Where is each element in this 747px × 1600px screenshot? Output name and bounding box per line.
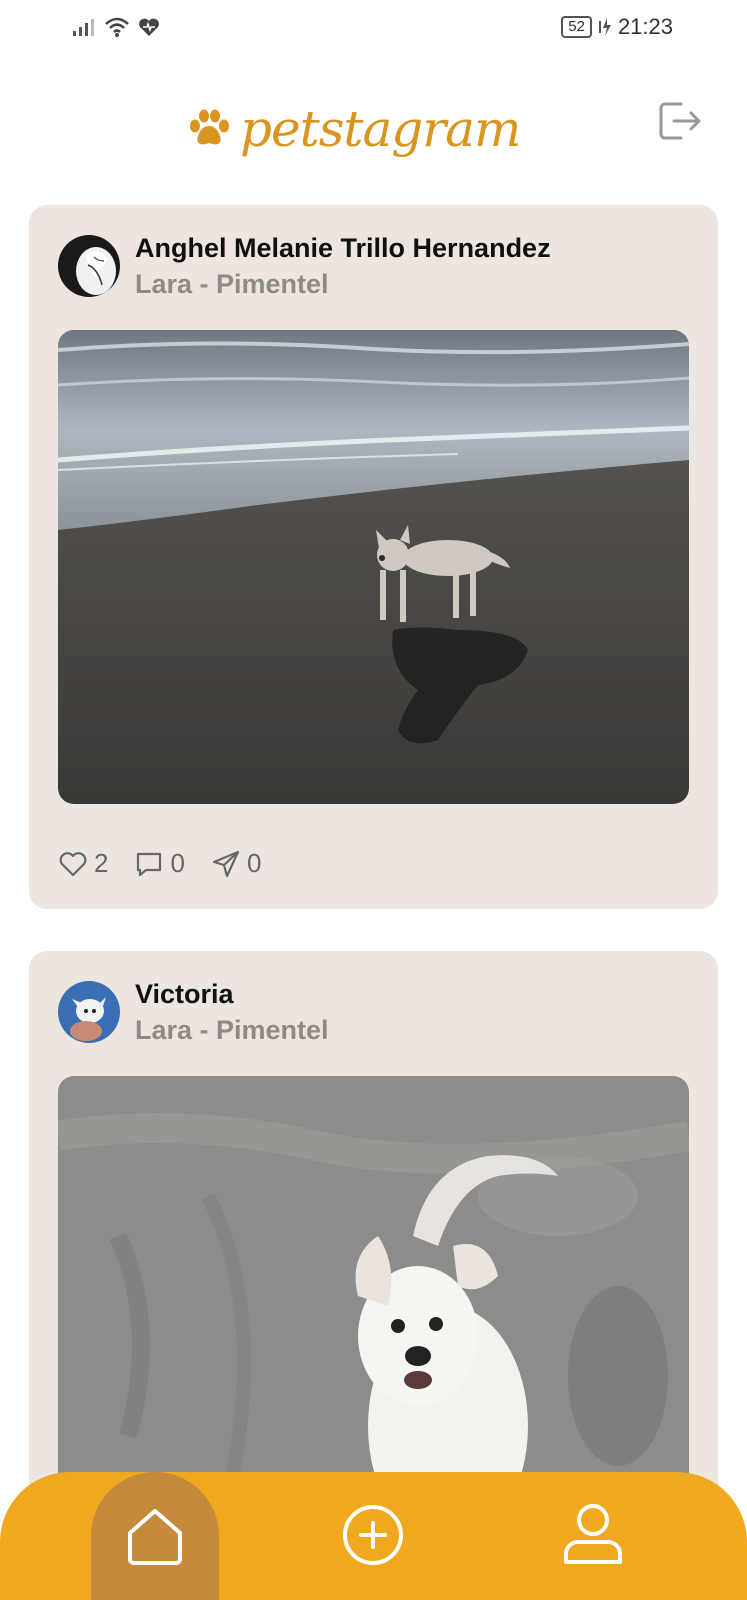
- post-card: Anghel Melanie Trillo Hernandez Lara - P…: [29, 205, 718, 909]
- charging-icon: [598, 18, 611, 36]
- post-author[interactable]: Anghel Melanie Trillo Hernandez: [135, 233, 551, 264]
- share-count: 0: [246, 848, 262, 878]
- home-icon: [128, 1509, 182, 1565]
- user-icon: [564, 1504, 622, 1564]
- nav-home-button[interactable]: [91, 1472, 219, 1600]
- app-logo: petstagram: [186, 100, 521, 158]
- avatar[interactable]: [58, 235, 120, 297]
- comment-count: 0: [170, 848, 185, 878]
- nav-profile-button[interactable]: [560, 1500, 626, 1570]
- signal-icon: [73, 19, 94, 36]
- heart-icon: [59, 851, 87, 876]
- comment-icon: [137, 852, 162, 876]
- comment-button[interactable]: 0: [134, 848, 185, 879]
- status-bar: 52 21:23: [0, 0, 747, 56]
- avatar[interactable]: [58, 981, 120, 1043]
- app-header: petstagram: [0, 86, 747, 176]
- app-name: petstagram: [240, 100, 521, 158]
- logout-icon: [659, 102, 701, 140]
- clock: 21:23: [617, 14, 673, 39]
- post-photo[interactable]: [58, 330, 689, 804]
- nav-add-post-button[interactable]: [340, 1502, 406, 1568]
- bottom-navigation: [0, 1472, 747, 1600]
- share-button[interactable]: 0: [211, 848, 261, 879]
- post-actions: 2 0 0: [58, 848, 287, 879]
- battery-level: 52: [561, 16, 592, 38]
- paw-icon: [190, 109, 229, 145]
- like-button[interactable]: 2: [58, 848, 108, 879]
- add-circle-icon: [343, 1505, 403, 1565]
- post-location: Lara - Pimentel: [135, 269, 329, 299]
- wifi-icon: [105, 17, 129, 37]
- health-heart-icon: [139, 18, 159, 36]
- send-icon: [212, 850, 240, 877]
- post-author[interactable]: Victoria: [135, 979, 234, 1010]
- logout-button[interactable]: [657, 100, 703, 142]
- like-count: 2: [94, 848, 109, 878]
- post-location: Lara - Pimentel: [135, 1015, 329, 1045]
